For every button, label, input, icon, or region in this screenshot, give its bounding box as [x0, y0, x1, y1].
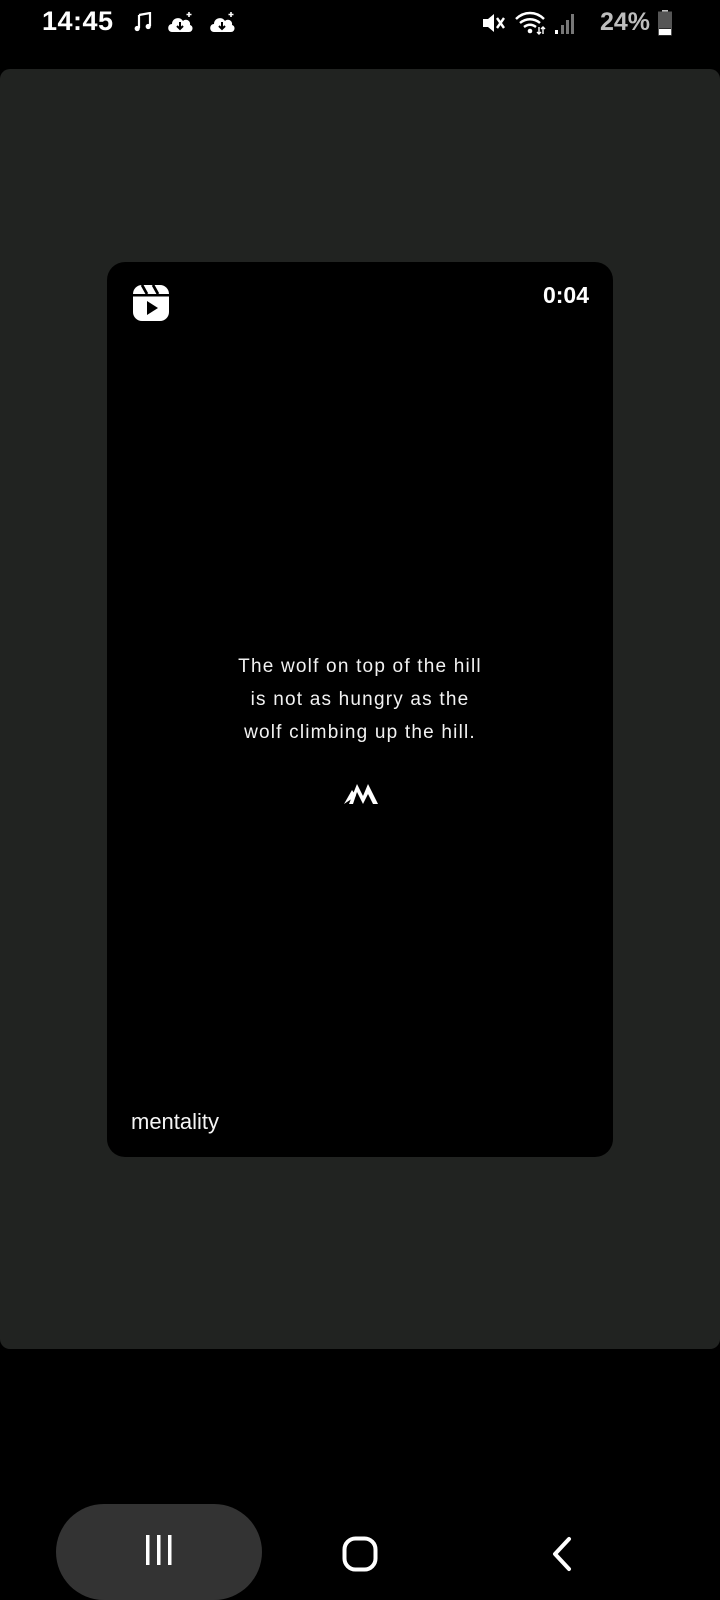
brand-logo-icon [340, 780, 380, 806]
recents-icon [142, 1533, 176, 1572]
status-bar: 14:45 24% [0, 0, 720, 48]
music-note-icon [134, 12, 152, 32]
quote-text: The wolf on top of the hill is not as hu… [107, 650, 613, 749]
back-button[interactable] [540, 1530, 584, 1582]
recents-button[interactable] [56, 1504, 262, 1600]
battery-icon [658, 9, 672, 36]
signal-icon [554, 11, 576, 35]
screen: 14:45 24% 0:04 The wolf on top of the hi… [0, 0, 720, 1600]
wifi-icon [514, 10, 546, 36]
reel-preview-card[interactable]: 0:04 The wolf on top of the hill is not … [107, 262, 613, 1157]
notification-icons [134, 10, 236, 34]
navigation-bar [0, 1500, 720, 1600]
quote-line: wolf climbing up the hill. [244, 722, 476, 743]
reels-icon [132, 284, 170, 322]
status-time: 14:45 [42, 6, 114, 36]
home-icon [342, 1536, 378, 1577]
cloud-download-icon [208, 10, 236, 34]
video-duration: 0:04 [542, 282, 589, 308]
cloud-download-icon [166, 10, 194, 34]
quote-line: The wolf on top of the hill [238, 656, 482, 677]
home-button[interactable] [334, 1530, 386, 1582]
battery-percentage: 24% [599, 8, 650, 36]
vibrate-mute-icon [480, 10, 506, 36]
back-icon [551, 1536, 573, 1577]
system-icons: 24% [480, 8, 672, 37]
author-name: mentality [131, 1109, 220, 1134]
quote-line: is not as hungry as the [250, 689, 470, 710]
